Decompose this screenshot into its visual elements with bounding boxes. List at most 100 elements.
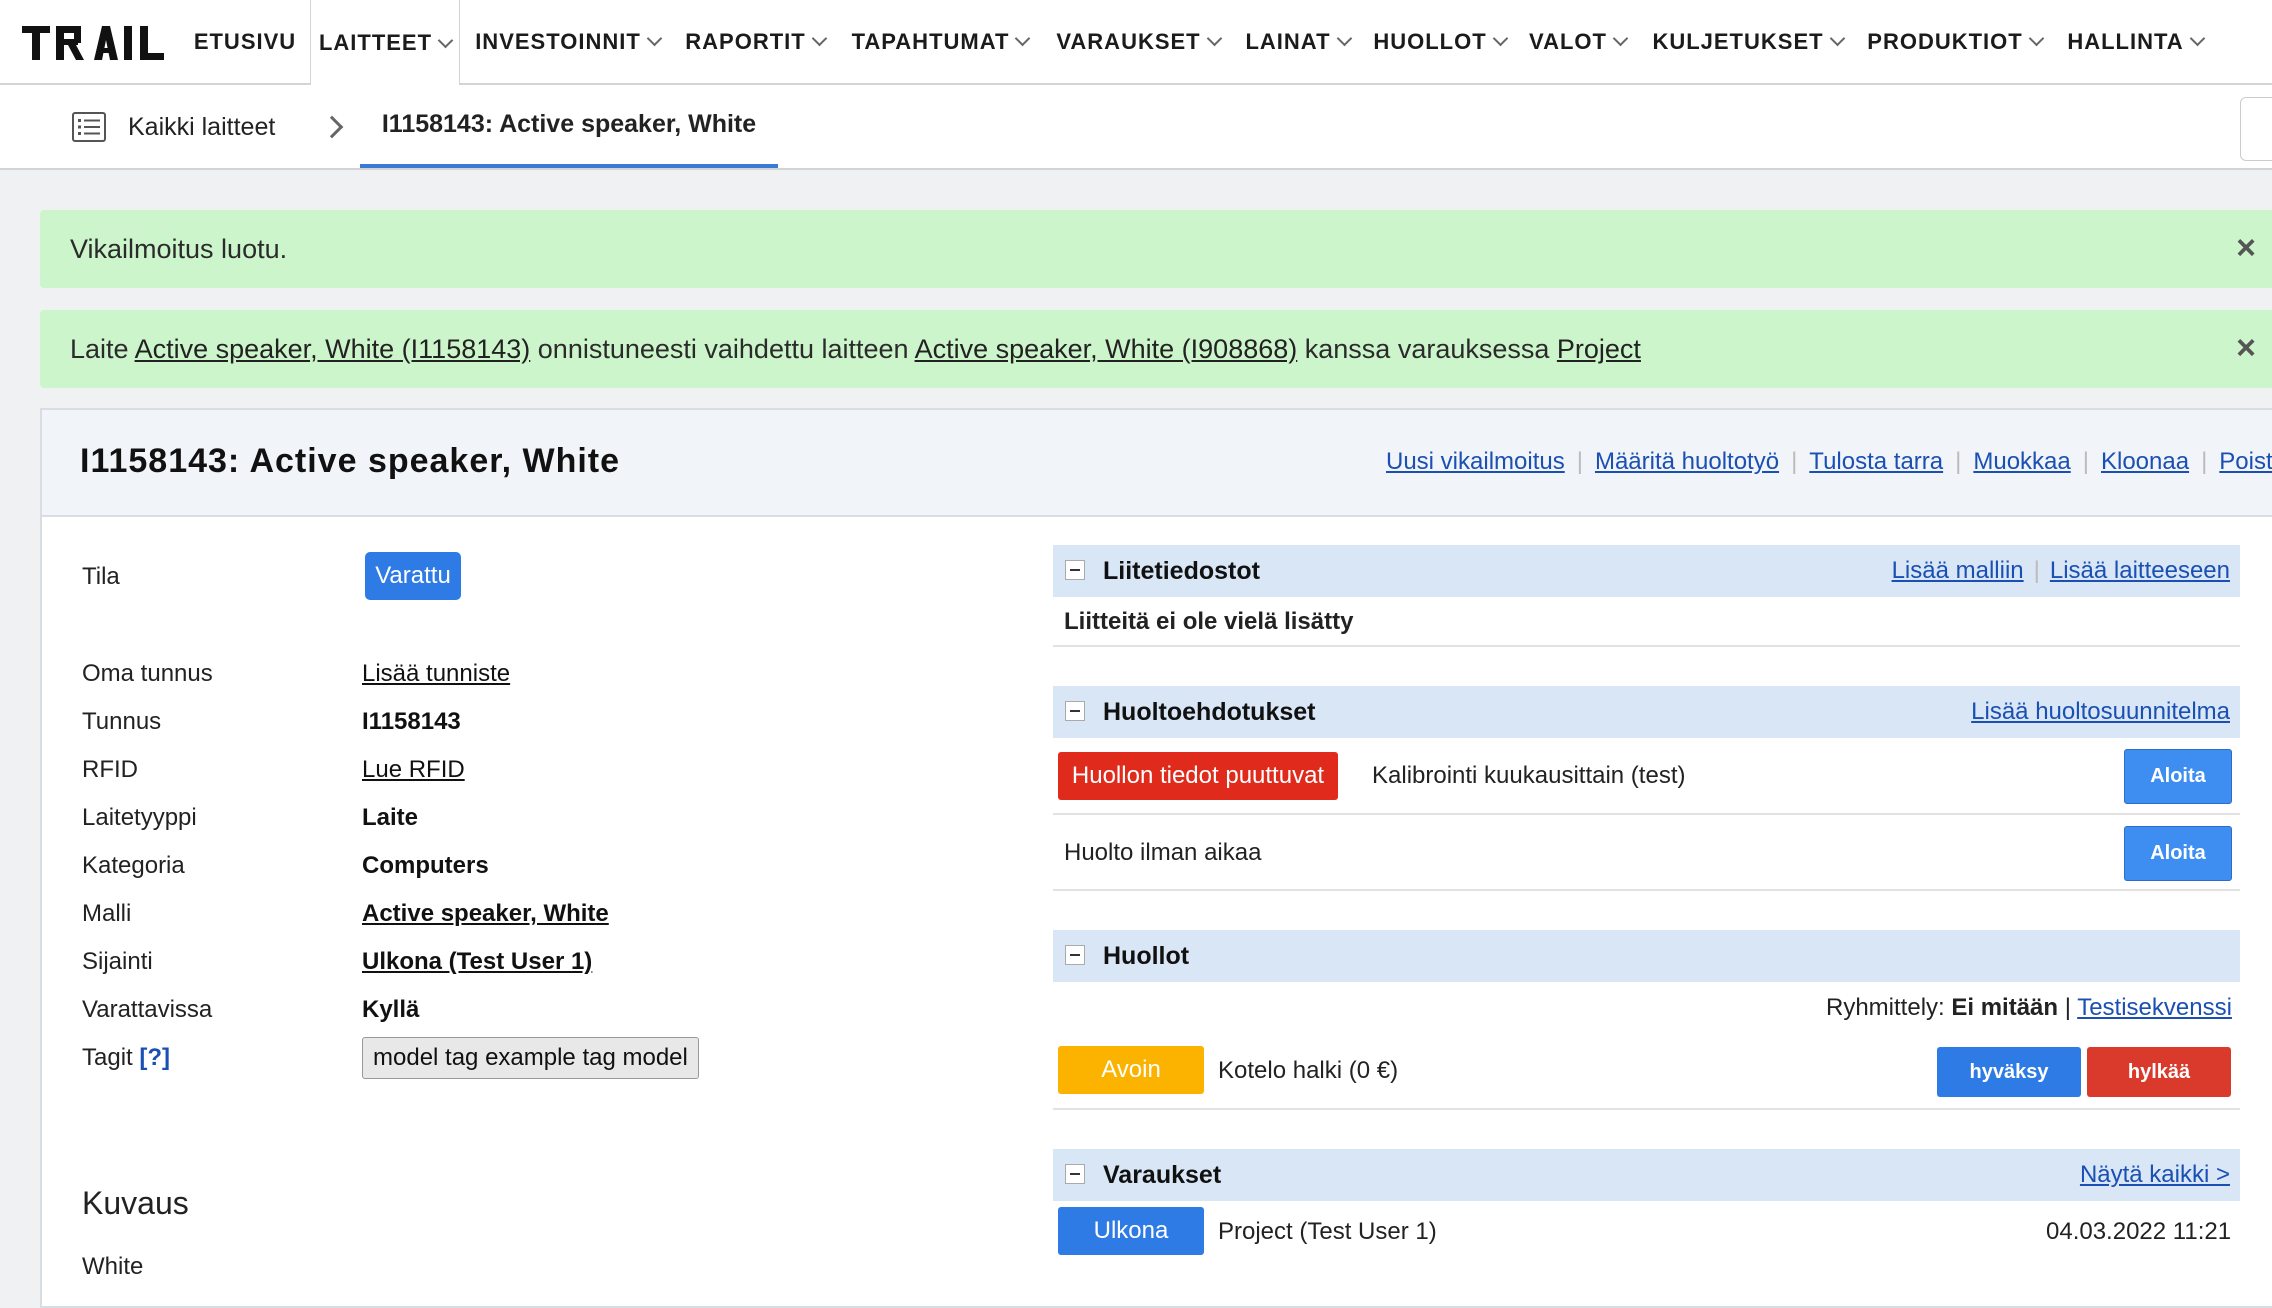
model-link[interactable]: Active speaker, White [362,900,609,928]
section-title: Liitetiedostot [1103,557,1260,585]
section-reservations-header: Varaukset Näytä kaikki > [1053,1149,2240,1201]
collapse-icon[interactable] [1065,1164,1085,1184]
chevron-down-icon [1612,30,1629,47]
print-label-link[interactable]: Tulosta tarra [1809,448,1943,476]
chevron-down-icon [2028,30,2044,47]
trail-logo-icon [22,26,164,60]
divider [1053,813,2240,815]
nav-varaukset[interactable]: VARAUKSET [1048,0,1228,83]
alert-message: Vikailmoitus luotu. [70,233,288,264]
assign-maintenance-link[interactable]: Määritä huoltotyö [1595,448,1779,476]
divider [1053,645,2240,647]
nav-investoinnit[interactable]: INVESTOINNIT [470,0,665,83]
chevron-down-icon [811,30,827,47]
category-value: Computers [362,852,489,879]
success-alert-fault-report: Vikailmoitus luotu. × [40,210,2272,288]
chevron-down-icon [1015,30,1031,47]
device-type-value: Laite [362,804,419,831]
section-title: Varaukset [1103,1161,1222,1189]
tags-label: Tagit [?] [82,1044,171,1071]
tag-chip[interactable]: model tag example tag model [362,1037,699,1079]
panel-header: I1158143: Active speaker, White Uusi vik… [42,410,2272,517]
search-input[interactable] [2240,97,2272,161]
chevron-down-icon [1829,30,1845,47]
grouping-test-sequence-link[interactable]: Testisekvenssi [2077,994,2232,1021]
section-maintenance-header: Huollot [1053,930,2240,982]
link-device-old[interactable]: Active speaker, White (I1158143) [135,334,531,364]
collapse-icon[interactable] [1065,560,1085,580]
divider [1053,1108,2240,1110]
no-attachments-text: Liitteitä ei ole vielä lisätty [1064,608,1354,635]
approve-button[interactable]: hyväksy [1937,1047,2081,1097]
section-attachments-header: Liitetiedostot Lisää malliin | Lisää lai… [1053,545,2240,597]
id-label: Tunnus [82,708,162,735]
model-label: Malli [82,900,132,927]
list-icon[interactable] [72,112,106,142]
breadcrumb-all-devices[interactable]: Kaikki laitteet [128,113,275,142]
chevron-down-icon [646,30,663,47]
nav-tapahtumat[interactable]: TAPAHTUMAT [845,0,1035,83]
outside-status-badge: Ulkona [1058,1207,1204,1255]
status-label: Tila [82,563,120,590]
nav-kuljetukset[interactable]: KULJETUKSET [1645,0,1850,83]
page-title: I1158143: Active speaker, White [80,442,621,480]
nav-huollot[interactable]: HUOLLOT [1367,0,1512,83]
location-link[interactable]: Ulkona (Test User 1) [362,948,592,976]
section-title: Huoltoehdotukset [1103,698,1316,726]
read-rfid-link[interactable]: Lue RFID [362,756,465,784]
nav-laitteet[interactable]: LAITTEET [310,0,460,86]
clone-link[interactable]: Kloonaa [2101,448,2189,476]
chevron-right-icon [320,115,344,139]
panel-actions: Uusi vikailmoitus | Määritä huoltotyö | Tu… [1386,448,2272,476]
breadcrumb-current-tab[interactable]: I1158143: Active speaker, White [360,85,778,168]
id-value: I1158143 [362,708,461,735]
add-identifier-link[interactable]: Lisää tunniste [362,660,510,688]
device-type-label: Laitetyyppi [82,804,197,831]
nav-hallinta[interactable]: HALLINTA [2060,0,2210,83]
start-button[interactable]: Aloita [2124,826,2232,881]
reject-button[interactable]: hylkää [2087,1047,2231,1097]
rfid-label: RFID [82,756,138,783]
location-label: Sijainti [82,948,153,975]
collapse-icon[interactable] [1065,701,1085,721]
tags-help-link[interactable]: [?] [139,1044,170,1071]
link-reservation-project[interactable]: Project [1557,334,1641,364]
chevron-down-icon [1336,30,1352,47]
start-button[interactable]: Aloita [2124,749,2232,804]
divider [1053,889,2240,891]
chevron-down-icon [437,32,454,48]
close-icon[interactable]: × [2232,231,2260,265]
new-fault-report-link[interactable]: Uusi vikailmoitus [1386,448,1565,476]
trail-logo[interactable] [20,18,180,66]
add-to-model-link[interactable]: Lisää malliin [1892,557,2024,585]
chevron-down-icon [2189,30,2205,47]
maintenance-item-text: Kotelo halki (0 €) [1218,1057,1399,1084]
add-maintenance-plan-link[interactable]: Lisää huoltosuunnitelma [1971,698,2230,726]
nav-raportit[interactable]: RAPORTIT [680,0,830,83]
nav-produktiot[interactable]: PRODUKTIOT [1862,0,2047,83]
missing-maintenance-info-badge: Huollon tiedot puuttuvat [1058,752,1338,800]
reservable-value: Kyllä [362,996,420,1023]
reservation-date: 04.03.2022 11:21 [2046,1218,2232,1245]
collapse-icon[interactable] [1065,945,1085,965]
status-badge: Varattu [365,552,461,600]
nav-lainat[interactable]: LAINAT [1240,0,1355,83]
description-text: White [82,1253,144,1280]
section-title: Huollot [1103,942,1190,970]
delete-link[interactable]: Poista [2219,448,2272,476]
breadcrumb: Kaikki laitteet I1158143: Active speaker… [0,85,2272,170]
chevron-down-icon [1206,30,1222,47]
nav-etusivu[interactable]: ETUSIVU [180,0,310,83]
description-heading: Kuvaus [82,1185,189,1221]
link-device-new[interactable]: Active speaker, White (I908868) [915,334,1298,364]
edit-link[interactable]: Muokkaa [1973,448,2070,476]
show-all-link[interactable]: Näytä kaikki > [2080,1161,2230,1189]
section-maintenance-suggestions-header: Huoltoehdotukset Lisää huoltosuunnitelma [1053,686,2240,738]
grouping-control: Ryhmittely: Ei mitään | Testisekvenssi [1826,994,2232,1021]
reservable-label: Varattavissa [82,996,213,1023]
add-to-device-link[interactable]: Lisää laitteeseen [2050,557,2230,585]
reservation-text: Project (Test User 1) [1218,1218,1437,1245]
category-label: Kategoria [82,852,185,879]
close-icon[interactable]: × [2232,331,2260,365]
nav-valot[interactable]: VALOT [1525,0,1630,83]
